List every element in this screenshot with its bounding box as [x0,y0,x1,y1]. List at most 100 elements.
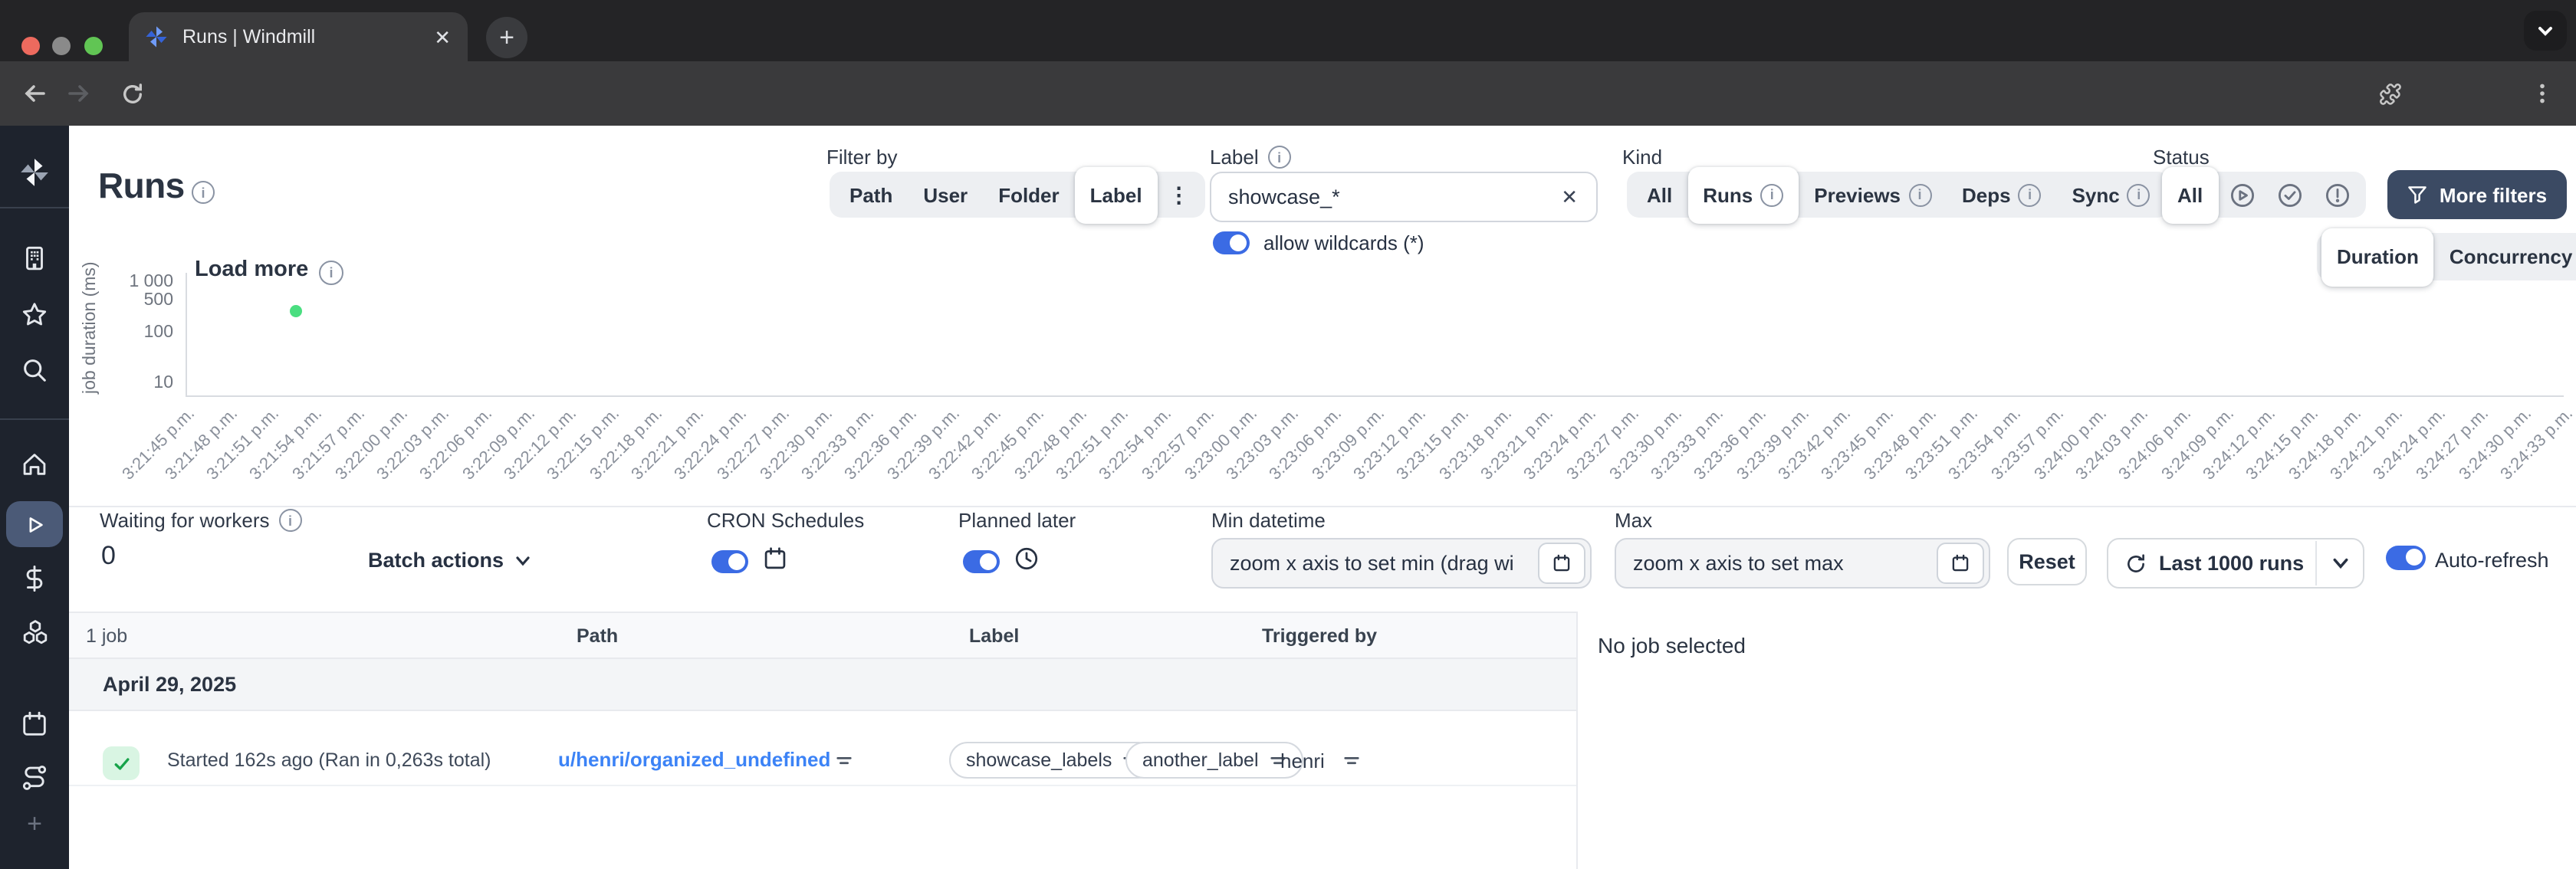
cron-schedules-label: CRON Schedules [707,509,865,532]
funnel-icon [2408,185,2426,203]
search-icon[interactable] [0,354,69,385]
planned-later-label: Planned later [958,509,1076,532]
column-triggered-by: Triggered by [1262,625,1378,647]
planned-later-toggle[interactable] [963,550,1000,573]
y-tick: 100 [143,323,173,342]
filter-by-user-icon[interactable] [1343,753,1360,769]
auto-refresh-label: Auto-refresh [2435,549,2549,572]
duration-chart-plot[interactable] [186,273,2564,395]
filter-by-label-option[interactable]: Label [1074,166,1158,223]
min-datetime-label: Min datetime [1211,509,1326,532]
filter-by-label: Filter by [826,146,898,169]
filter-by-path-icon[interactable] [836,753,853,769]
triggers-icon[interactable] [0,762,69,792]
calendar-icon [762,546,788,572]
more-filters-button[interactable]: More filters [2387,170,2567,219]
kind-sync[interactable]: Sync i [2057,172,2166,218]
label-info-icon[interactable]: i [1267,146,1291,169]
extensions-icon[interactable] [2374,78,2404,109]
allow-wildcards-label: allow wildcards (*) [1263,231,1424,254]
kind-deps[interactable]: Deps i [1947,172,2057,218]
workspace-icon[interactable] [0,242,69,273]
detail-panel-divider [1576,612,1578,869]
y-tick: 1 000 [129,273,173,291]
column-path: Path [577,625,619,647]
batch-actions-dropdown[interactable]: Batch actions [368,549,530,572]
max-datetime-label: Max [1615,509,1653,532]
kind-runs[interactable]: Runs i [1687,166,1799,223]
filter-by-kebab-icon[interactable]: ⋮ [1158,172,1201,218]
info-icon: i [2018,183,2042,206]
clock-icon [1014,546,1040,572]
browser-tab[interactable]: Runs | Windmill ✕ [129,12,468,61]
minimize-window-button[interactable] [52,37,71,55]
job-count: 1 job [86,625,128,647]
page-title: Runs [98,166,185,205]
label-filter-caption: Label i [1210,146,1291,169]
waiting-info-icon[interactable]: i [278,509,302,532]
kind-label: Kind [1622,146,1663,169]
app-sidebar: + [0,126,69,869]
new-tab-button[interactable]: + [486,17,527,58]
browser-menu-icon[interactable] [2527,78,2558,109]
kind-segment: All Runs i Previews i Deps i Sync i [1627,166,2170,223]
label-pill[interactable]: another_label [1125,742,1303,779]
zoom-window-button[interactable] [84,37,103,55]
cron-schedules-toggle[interactable] [711,550,748,573]
filter-by-user[interactable]: User [908,172,983,218]
auto-refresh-toggle[interactable] [2386,546,2426,570]
reload-icon[interactable] [117,78,147,109]
kind-previews[interactable]: Previews i [1799,172,1947,218]
allow-wildcards-toggle[interactable] [1213,231,1250,254]
home-icon[interactable] [0,448,69,478]
sidebar-divider [0,418,69,420]
windmill-favicon [146,26,167,48]
y-axis-label: job duration (ms) [81,261,100,394]
back-icon[interactable] [20,78,51,109]
status-running-icon[interactable] [2218,172,2266,218]
runs-icon[interactable] [6,501,63,547]
reset-button[interactable]: Reset [2007,538,2087,585]
schedules-icon[interactable] [0,708,69,739]
forward-icon[interactable] [63,78,94,109]
filter-by-segment: Path User Folder Label ⋮ [830,166,1205,223]
date-label: April 29, 2025 [103,673,237,696]
add-icon[interactable]: + [0,809,69,840]
last-runs-chevron-icon[interactable] [2317,555,2363,572]
close-window-button[interactable] [21,37,40,55]
clear-label-icon[interactable]: ✕ [1561,185,1578,209]
min-date-picker-icon[interactable] [1538,543,1585,584]
window-chevron-down-icon[interactable] [2524,11,2567,51]
section-divider [69,506,2576,507]
label-filter-input[interactable]: showcase_* ✕ [1210,172,1598,222]
variables-icon[interactable] [0,562,69,593]
favorites-icon[interactable] [0,299,69,330]
windmill-logo[interactable] [0,155,69,189]
min-datetime-input[interactable]: zoom x axis to set min (drag wi [1211,538,1592,589]
last-runs-button[interactable]: Last 1000 runs [2107,538,2364,589]
status-success-icon[interactable] [2266,172,2313,218]
info-icon: i [1908,183,1931,206]
run-path-link[interactable]: u/henri/organized_undefined [558,748,830,771]
runs-info-icon[interactable]: i [192,181,215,204]
filter-by-folder[interactable]: Folder [983,172,1074,218]
runs-table-header: 1 job Path Label Triggered by [69,612,1576,659]
tab-title: Runs | Windmill [182,26,316,48]
waiting-for-workers-label: Waiting for workers i [100,509,302,532]
run-data-point[interactable] [290,305,302,317]
triggered-by-user: henri [1280,749,1325,772]
y-tick: 10 [153,374,173,392]
max-datetime-input[interactable]: zoom x axis to set max [1615,538,1990,589]
waiting-for-workers-value: 0 [101,541,116,570]
kind-all[interactable]: All [1631,172,1687,218]
run-started-text: Started 162s ago (Ran in 0,263s total) [167,749,491,771]
status-all[interactable]: All [2162,166,2219,223]
filter-by-path[interactable]: Path [834,172,908,218]
tab-close-icon[interactable]: ✕ [434,27,451,47]
browser-tab-strip: Runs | Windmill ✕ + [0,0,2576,61]
max-date-picker-icon[interactable] [1937,543,1984,584]
resources-icon[interactable] [0,618,69,648]
date-group-header: April 29, 2025 [69,659,1576,711]
success-check-icon [103,746,140,780]
status-failure-icon[interactable] [2313,172,2361,218]
